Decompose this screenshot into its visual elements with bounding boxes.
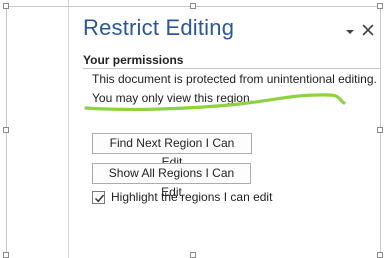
view-only-message: You may only view this region.: [92, 91, 253, 105]
highlight-regions-label: Highlight the regions I can edit: [111, 190, 273, 204]
protection-message: This document is protected from unintent…: [92, 72, 377, 86]
close-icon[interactable]: [362, 21, 374, 36]
resize-handle-bottom-center[interactable]: [190, 252, 196, 258]
resize-handle-bottom-right[interactable]: [377, 252, 383, 258]
pane-left-border: [68, 0, 69, 258]
pane-title: Restrict Editing: [83, 15, 235, 40]
resize-handle-bottom-left[interactable]: [3, 252, 9, 258]
checkmark-icon: [94, 194, 105, 203]
resize-handle-top-center[interactable]: [190, 3, 196, 9]
resize-handle-top-left[interactable]: [3, 3, 9, 9]
find-next-region-button[interactable]: Find Next Region I Can Edit: [92, 133, 252, 169]
resize-handle-middle-left[interactable]: [3, 127, 9, 133]
resize-handle-middle-right[interactable]: [377, 127, 383, 133]
highlight-regions-checkbox[interactable]: [92, 191, 105, 204]
show-all-regions-button[interactable]: Show All Regions I Can Edit: [92, 163, 251, 199]
permissions-heading: Your permissions: [83, 53, 184, 67]
section-divider: [83, 68, 380, 69]
resize-handle-top-right[interactable]: [377, 3, 383, 9]
chevron-down-icon[interactable]: [345, 22, 355, 34]
